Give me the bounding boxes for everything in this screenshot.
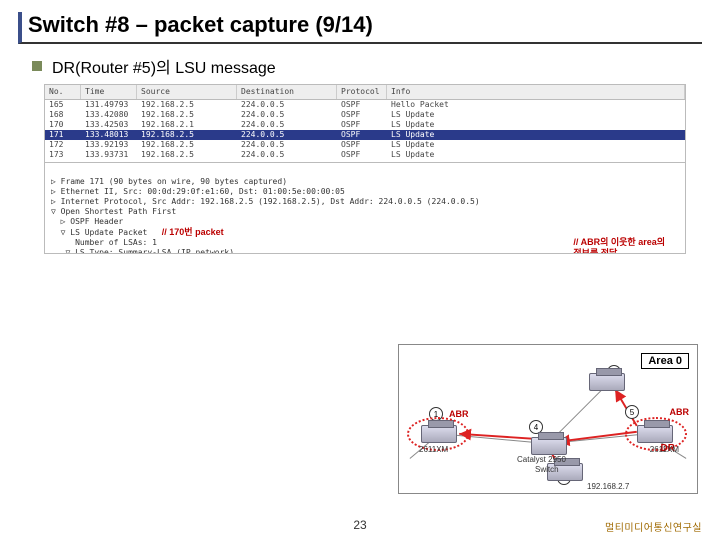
subtitle-text: DR(Router #5)의 LSU message xyxy=(52,54,276,78)
abr-label-1: ABR xyxy=(449,409,469,419)
packet-capture-panel: No. Time Source Destination Protocol Inf… xyxy=(44,84,686,254)
subtitle-row: DR(Router #5)의 LSU message xyxy=(32,54,702,78)
xm-label-5: 2611XM xyxy=(650,445,679,454)
brand-label: 멀티미디어통신연구실 xyxy=(605,519,702,534)
catalyst-label: Catalyst 2950 xyxy=(517,455,566,464)
switch-label: Switch xyxy=(535,465,559,474)
packet-detail: ▷ Frame 171 (90 bytes on wire, 90 bytes … xyxy=(45,165,685,254)
table-row[interactable]: 170133.42503192.168.2.1224.0.0.5OSPFLS U… xyxy=(45,120,685,130)
node-5: 5 xyxy=(625,405,639,419)
col-dst: Destination xyxy=(237,85,337,99)
xm-label-1: 2611XM xyxy=(419,445,448,454)
title-bar: Switch #8 – packet capture (9/14) xyxy=(18,12,702,44)
annotation-abr: // ABR의 이웃한 area의정보를 전달 xyxy=(573,237,665,254)
ip-label-7: 192.168.2.7 xyxy=(587,482,629,491)
capture-rows: 165131.49793192.168.2.5224.0.0.5OSPFHell… xyxy=(45,100,685,160)
col-src: Source xyxy=(137,85,237,99)
router-6-icon xyxy=(589,373,625,391)
abr-label-5: ABR xyxy=(670,407,690,417)
bullet-icon xyxy=(32,61,42,71)
area-label: Area 0 xyxy=(641,353,689,369)
switch-icon xyxy=(531,437,567,455)
col-time: Time xyxy=(81,85,137,99)
col-no: No. xyxy=(45,85,81,99)
col-info: Info xyxy=(387,85,685,99)
network-diagram: Area 0 6 1 4 5 7 ABR ABR DR Catalyst 295… xyxy=(398,344,698,494)
table-row[interactable]: 168133.42080192.168.2.5224.0.0.5OSPFLS U… xyxy=(45,110,685,120)
table-row[interactable]: 172133.92193192.168.2.5224.0.0.5OSPFLS U… xyxy=(45,140,685,150)
table-row[interactable]: 165131.49793192.168.2.5224.0.0.5OSPFHell… xyxy=(45,100,685,110)
table-row[interactable]: 173133.93731192.168.2.5224.0.0.5OSPFLS U… xyxy=(45,150,685,160)
annotation-packet: // 170번 packet xyxy=(162,227,224,237)
capture-header: No. Time Source Destination Protocol Inf… xyxy=(45,85,685,100)
col-proto: Protocol xyxy=(337,85,387,99)
table-row-selected[interactable]: 171133.48013192.168.2.5224.0.0.5OSPFLS U… xyxy=(45,130,685,140)
page-title: Switch #8 – packet capture (9/14) xyxy=(24,12,702,38)
